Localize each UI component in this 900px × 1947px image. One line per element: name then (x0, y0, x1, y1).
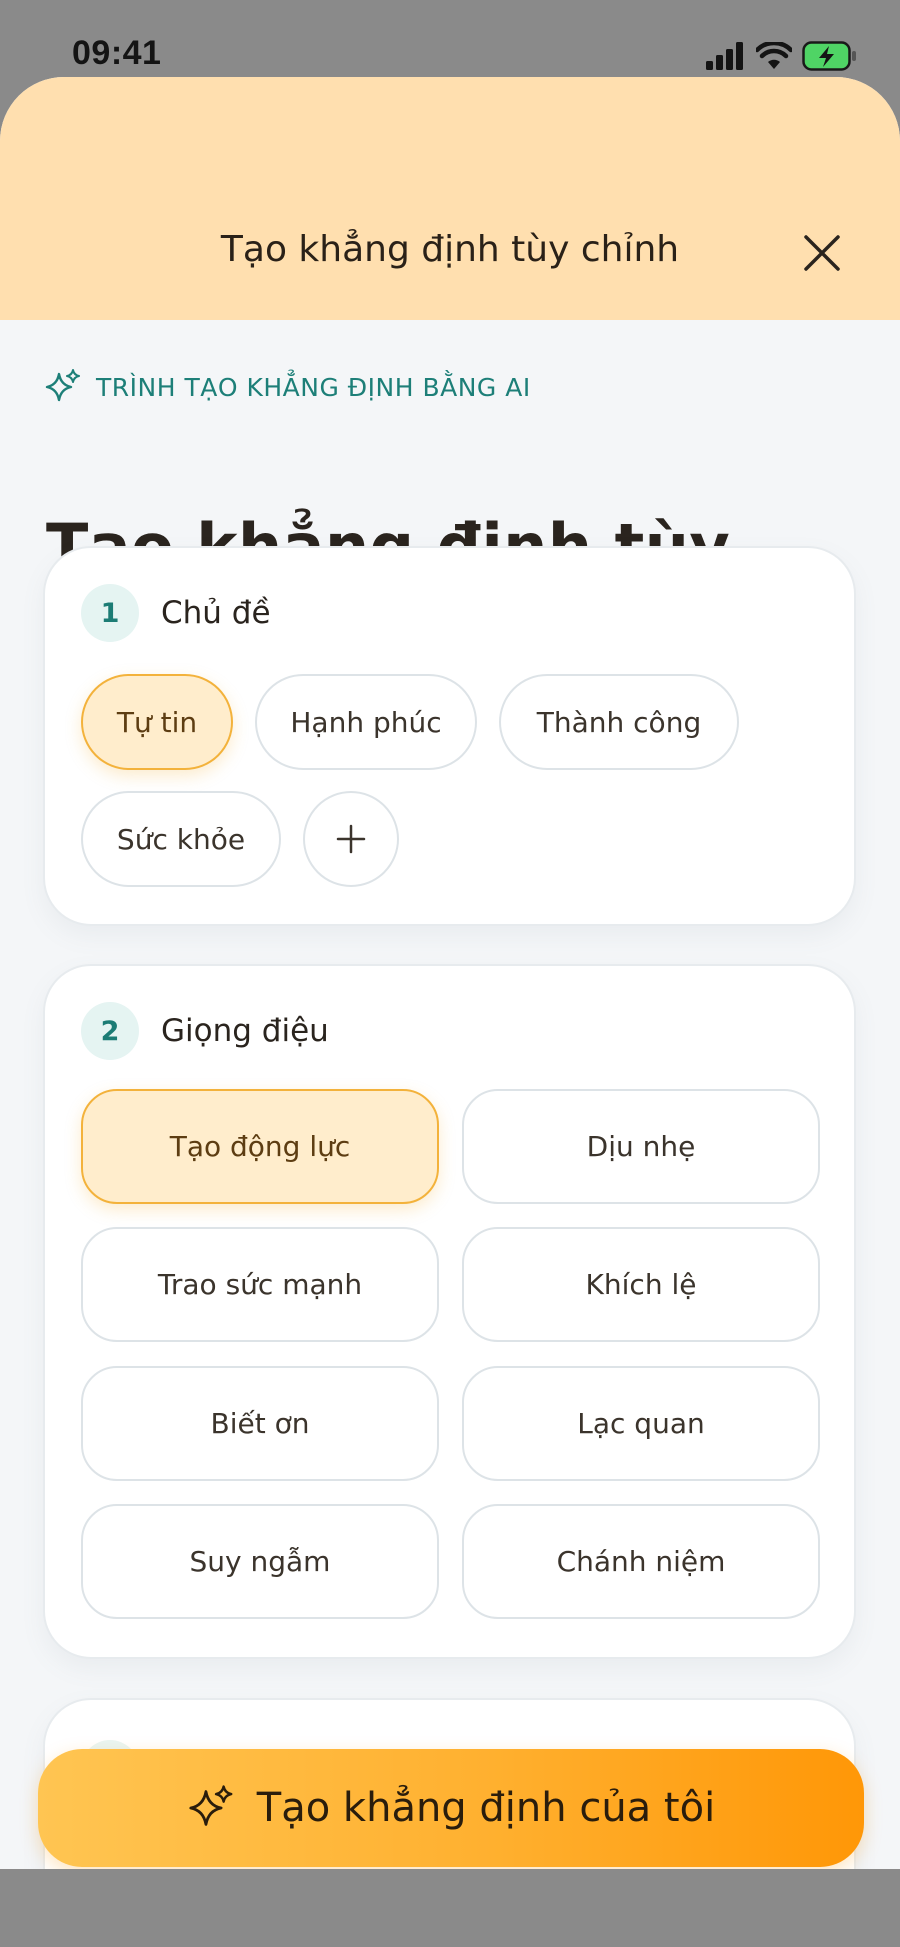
step-label: Chủ đề (161, 595, 271, 631)
topic-card: 1 Chủ đề Tự tin Hạnh phúc Thành công Sức… (43, 546, 856, 926)
bottom-sheet: Tạo khẳng định tùy chỉnh TRÌNH TẠO KHẲNG… (0, 77, 900, 1869)
status-bar: 09:41 (0, 0, 900, 80)
add-topic-button[interactable] (303, 791, 399, 887)
sheet-header: Tạo khẳng định tùy chỉnh (0, 77, 900, 320)
topic-chip-suc-khoe[interactable]: Sức khỏe (81, 791, 281, 887)
tone-option-tao-dong-luc[interactable]: Tạo động lực (81, 1089, 439, 1204)
generate-button-label: Tạo khẳng định của tôi (256, 1785, 716, 1831)
tone-option-khich-le[interactable]: Khích lệ (462, 1227, 820, 1342)
ai-generator-eyebrow: TRÌNH TẠO KHẲNG ĐỊNH BẰNG AI (44, 368, 531, 406)
cellular-signal-icon (706, 42, 743, 70)
tone-option-trao-suc-manh[interactable]: Trao sức mạnh (81, 1227, 439, 1342)
battery-charging-icon (802, 41, 856, 71)
step-label: Giọng điệu (161, 1013, 329, 1049)
sparkles-icon (45, 369, 80, 402)
step-number-badge: 1 (81, 584, 139, 642)
home-indicator-area (0, 1869, 900, 1947)
tone-option-suy-ngam[interactable]: Suy ngẫm (81, 1504, 439, 1619)
tone-option-chanh-niem[interactable]: Chánh niệm (462, 1504, 820, 1619)
eyebrow-label: TRÌNH TẠO KHẲNG ĐỊNH BẰNG AI (96, 372, 531, 402)
tone-option-diu-nhe[interactable]: Dịu nhẹ (462, 1089, 820, 1204)
sparkles-icon (189, 1785, 233, 1826)
topic-step-header: 1 Chủ đề (81, 584, 271, 642)
status-time: 09:41 (72, 34, 162, 72)
topic-chip-thanh-cong[interactable]: Thành công (499, 674, 739, 770)
tone-step-header: 2 Giọng điệu (81, 1002, 329, 1060)
plus-icon (336, 824, 366, 854)
topic-chip-hanh-phuc[interactable]: Hạnh phúc (255, 674, 477, 770)
wifi-icon (756, 42, 792, 69)
sheet-header-title: Tạo khẳng định tùy chỉnh (220, 229, 680, 270)
generate-affirmation-button[interactable]: Tạo khẳng định của tôi (38, 1749, 864, 1867)
tone-option-lac-quan[interactable]: Lạc quan (462, 1366, 820, 1481)
close-button[interactable] (796, 227, 848, 279)
status-icons (706, 40, 858, 72)
tone-option-biet-on[interactable]: Biết ơn (81, 1366, 439, 1481)
tone-card: 2 Giọng điệu Tạo động lực Dịu nhẹ Trao s… (43, 964, 856, 1659)
step-number-badge: 2 (81, 1002, 139, 1060)
close-icon (804, 235, 840, 271)
topic-chip-tu-tin[interactable]: Tự tin (81, 674, 233, 770)
